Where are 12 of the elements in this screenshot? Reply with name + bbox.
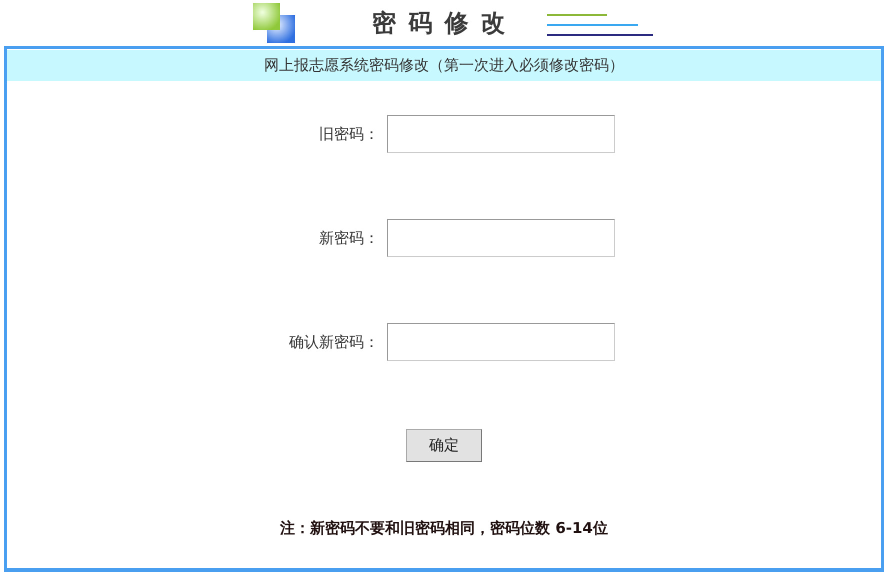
decorative-lines-icon: [547, 13, 654, 37]
field-label: 确认新密码：: [288, 332, 380, 352]
password-field[interactable]: [387, 115, 615, 153]
password-note: 注：新密码不要和旧密码相同，密码位数 6-14位: [280, 519, 608, 538]
squares-logo-icon: [253, 3, 295, 43]
password-field[interactable]: [387, 219, 615, 257]
field-label: 旧密码：: [318, 124, 380, 144]
confirm-button[interactable]: 确定: [406, 429, 482, 462]
form-subtitle: 网上报志愿系统密码修改（第一次进入必须修改密码）: [7, 50, 881, 81]
field-label: 新密码：: [318, 228, 380, 248]
password-field[interactable]: [387, 323, 615, 361]
page-title: 密 码 修 改: [372, 8, 508, 39]
